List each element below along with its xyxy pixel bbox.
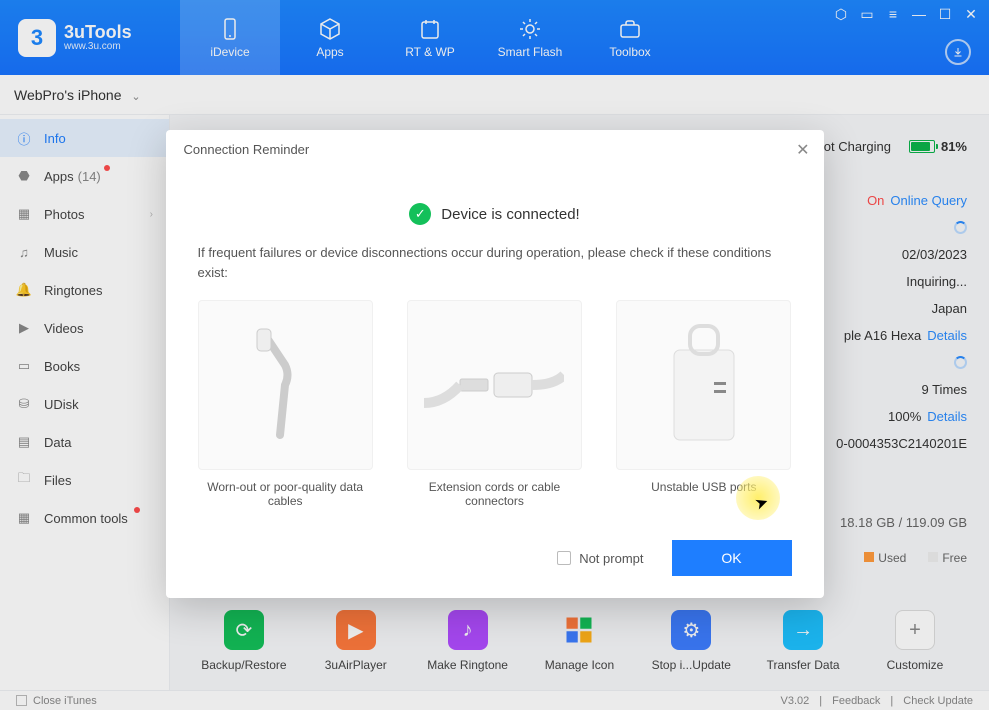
modal-title: Connection Reminder ✕ [166,130,824,169]
modal-desc: If frequent failures or device disconnec… [198,243,792,282]
ok-button[interactable]: OK [672,540,792,576]
connected-line: ✓ Device is connected! [198,203,792,225]
not-prompt-checkbox[interactable]: Not prompt [557,551,643,566]
close-icon[interactable]: ✕ [796,140,809,160]
cond-usbport: Unstable USB ports [616,300,791,508]
connection-reminder-modal: Connection Reminder ✕ ✓ Device is connec… [166,130,824,598]
check-icon: ✓ [409,203,431,225]
modal-backdrop: Connection Reminder ✕ ✓ Device is connec… [0,0,989,710]
cond-extension: Extension cords or cable connectors [407,300,582,508]
cond-cable: Worn-out or poor-quality data cables [198,300,373,508]
